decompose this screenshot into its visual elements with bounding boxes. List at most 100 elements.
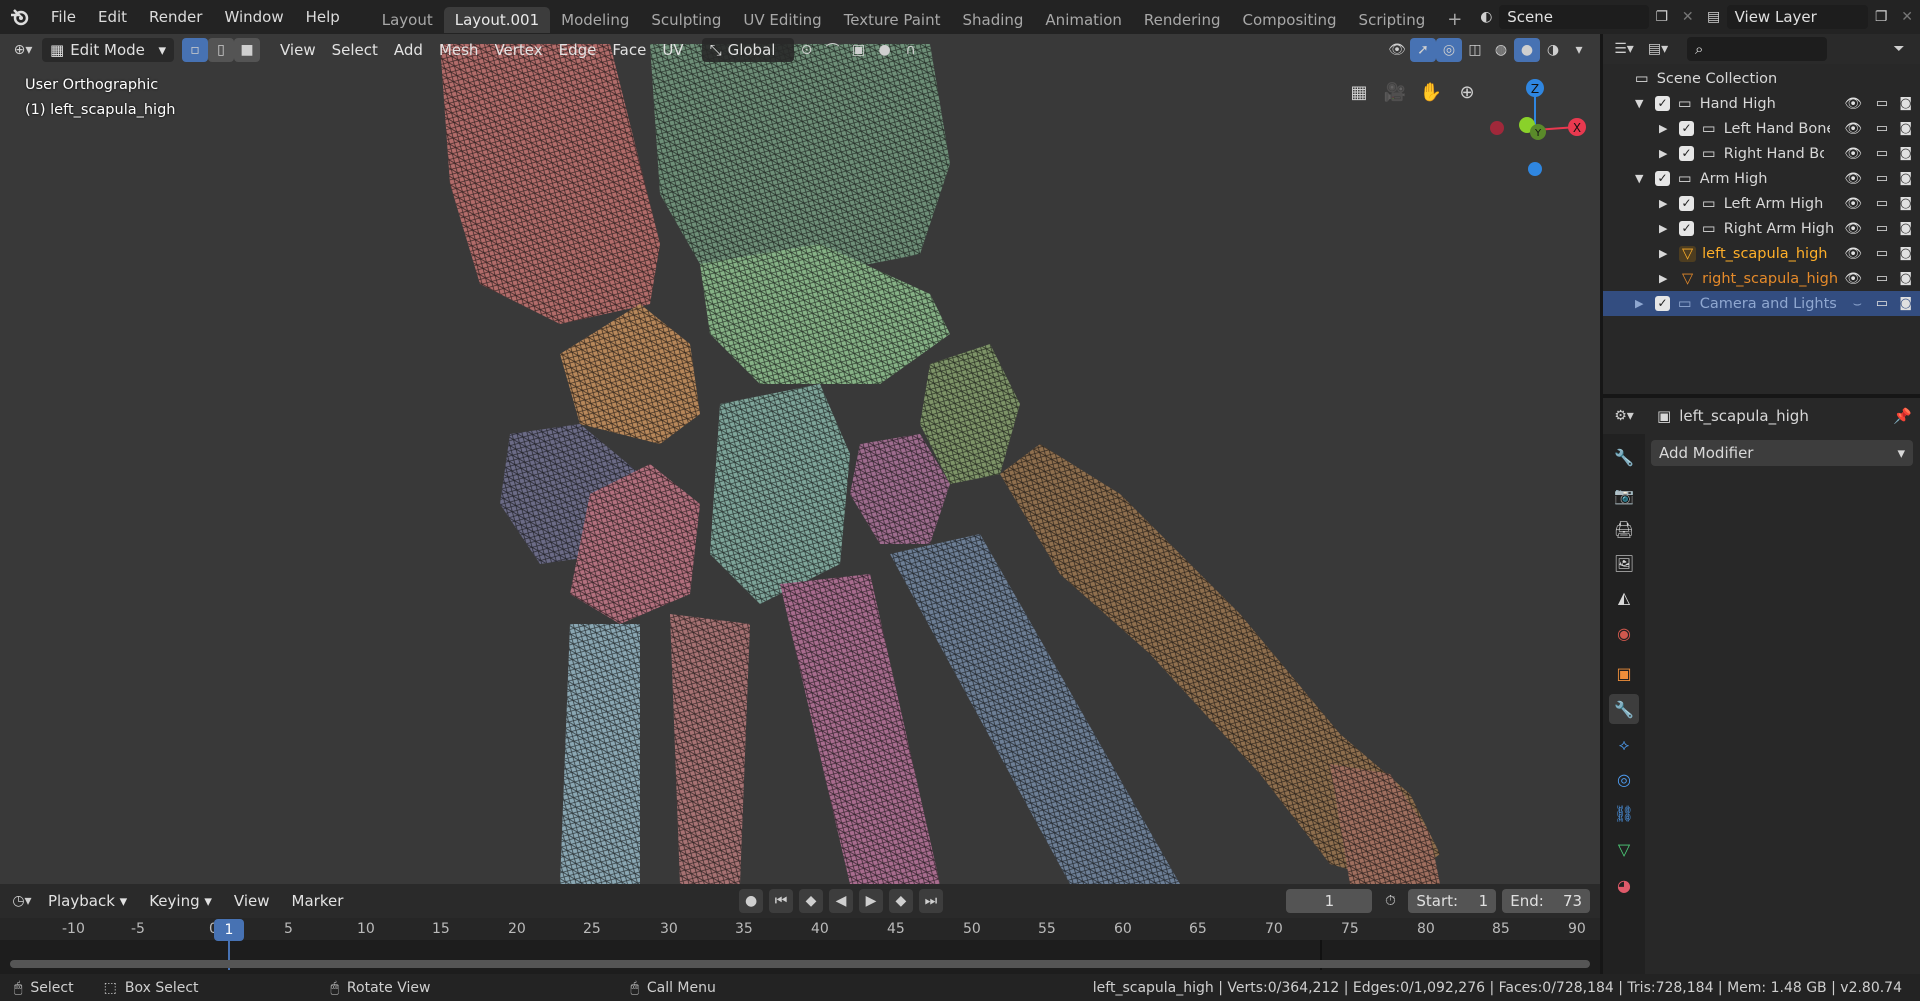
- menu-file[interactable]: File: [40, 0, 87, 34]
- scene-collection-row[interactable]: ▭ Scene Collection: [1603, 66, 1920, 91]
- delete-scene-icon[interactable]: ✕: [1675, 5, 1701, 29]
- render-camera-icon[interactable]: ◙: [1899, 296, 1912, 311]
- exclude-checkbox[interactable]: ✓: [1679, 196, 1694, 211]
- scene-tab-icon[interactable]: ◭: [1609, 582, 1639, 612]
- toggle-camera-ortho-icon[interactable]: ▦: [1346, 80, 1372, 104]
- tree-row-left-hand-bones[interactable]: ▶ ✓ ▭ Left Hand Bones 👁 ▭ ◙: [1603, 116, 1920, 141]
- face-select-icon[interactable]: ■: [234, 38, 260, 62]
- tree-row-hand-high[interactable]: ▼ ✓ ▭ Hand High 👁 ▭ ◙: [1603, 91, 1920, 116]
- expand-arrow-icon[interactable]: ▶: [1659, 272, 1679, 285]
- tab-animation[interactable]: Animation: [1034, 7, 1132, 33]
- menu-add[interactable]: Add: [386, 41, 431, 59]
- xray-toggle-icon[interactable]: ◫: [1462, 38, 1488, 62]
- end-frame-field[interactable]: End: 73: [1502, 889, 1591, 913]
- current-frame-marker[interactable]: 1: [214, 919, 244, 941]
- monitor-icon[interactable]: ▭: [1876, 196, 1888, 211]
- pan-view-icon[interactable]: ✋: [1418, 80, 1444, 104]
- particles-tab-icon[interactable]: ⟡: [1609, 730, 1639, 760]
- add-modifier-dropdown[interactable]: Add Modifier ▾: [1651, 440, 1913, 466]
- render-tab-icon[interactable]: 📷: [1609, 480, 1639, 510]
- view-layer-selector-icon[interactable]: ▤: [1701, 5, 1727, 29]
- tree-row-left-arm-high[interactable]: ▶ ✓ ▭ Left Arm High 👁 ▭ ◙: [1603, 191, 1920, 216]
- tree-row-camera-and-lights[interactable]: ▶ ✓ ▭ Camera and Lights ⌣ ▭ ◙: [1603, 291, 1920, 316]
- mode-selector[interactable]: ▦ Edit Mode ▾: [42, 38, 174, 62]
- gizmo-toggle-icon[interactable]: ➚: [1410, 38, 1436, 62]
- properties-editor-icon[interactable]: ⚙▾: [1611, 404, 1637, 428]
- render-camera-icon[interactable]: ◙: [1899, 121, 1912, 136]
- edge-select-icon[interactable]: ▯: [208, 38, 234, 62]
- tab-shading[interactable]: Shading: [951, 7, 1034, 33]
- menu-vertex[interactable]: Vertex: [486, 41, 550, 59]
- expand-arrow-icon[interactable]: ▶: [1659, 147, 1679, 160]
- render-camera-icon[interactable]: ◙: [1899, 271, 1912, 286]
- modifier-tab-icon[interactable]: 🔧: [1609, 694, 1639, 724]
- expand-arrow-icon[interactable]: ▶: [1659, 222, 1679, 235]
- render-camera-icon[interactable]: ◙: [1899, 246, 1912, 261]
- output-tab-icon[interactable]: 🖨: [1609, 514, 1639, 544]
- prev-keyframe-icon[interactable]: ◆: [799, 889, 824, 913]
- menu-view[interactable]: View: [272, 41, 324, 59]
- stopwatch-icon[interactable]: ⏱: [1378, 889, 1402, 913]
- eye-icon[interactable]: 👁: [1844, 121, 1862, 137]
- new-scene-icon[interactable]: ❐: [1649, 5, 1675, 29]
- eye-icon[interactable]: 👁: [1844, 271, 1862, 287]
- menu-keying[interactable]: Keying ▾: [141, 892, 220, 910]
- menu-help[interactable]: Help: [295, 0, 351, 34]
- tab-compositing[interactable]: Compositing: [1232, 7, 1348, 33]
- falloff-icon[interactable]: ∩: [898, 38, 924, 62]
- shading-options-icon[interactable]: ▾: [1566, 38, 1592, 62]
- delete-view-layer-icon[interactable]: ✕: [1894, 5, 1920, 29]
- expand-arrow-icon[interactable]: ▶: [1635, 297, 1655, 310]
- exclude-checkbox[interactable]: ✓: [1679, 221, 1694, 236]
- tab-layout-001[interactable]: Layout.001: [443, 6, 551, 33]
- render-camera-icon[interactable]: ◙: [1899, 221, 1912, 236]
- transform-orientation[interactable]: ⤡ Global: [701, 38, 794, 62]
- scene-selector-icon[interactable]: ◐: [1473, 5, 1499, 29]
- outliner-search-input[interactable]: ⌕: [1687, 37, 1827, 61]
- expand-arrow-icon[interactable]: ▶: [1659, 247, 1679, 260]
- view-layer-field[interactable]: View Layer: [1726, 5, 1869, 29]
- timeline-scrollbar[interactable]: [10, 960, 1590, 968]
- eye-icon[interactable]: 👁: [1844, 96, 1862, 112]
- blender-logo-icon[interactable]: [0, 8, 40, 26]
- navigation-gizmo[interactable]: Z X Y: [1480, 70, 1590, 180]
- render-camera-icon[interactable]: ◙: [1899, 146, 1912, 161]
- render-camera-icon[interactable]: ◙: [1899, 196, 1912, 211]
- view-layer-tab-icon[interactable]: 🖼: [1609, 548, 1639, 578]
- menu-render[interactable]: Render: [138, 0, 213, 34]
- tree-row-left-scapula-high[interactable]: ▶ ▽ left_scapula_high 👁 ▭ ◙: [1603, 241, 1920, 266]
- current-frame-field[interactable]: 1: [1286, 889, 1373, 913]
- pivot-point-icon[interactable]: ⊙: [794, 38, 820, 62]
- menu-timeline-view[interactable]: View: [226, 892, 278, 910]
- camera-view-icon[interactable]: 🎥: [1382, 80, 1408, 104]
- shading-solid-icon[interactable]: ●: [1514, 38, 1540, 62]
- expand-arrow-icon[interactable]: ▶: [1659, 197, 1679, 210]
- timeline-editor-icon[interactable]: ◷▾: [10, 889, 34, 913]
- menu-marker[interactable]: Marker: [284, 892, 352, 910]
- menu-edge[interactable]: Edge: [551, 41, 605, 59]
- monitor-icon[interactable]: ▭: [1876, 246, 1888, 261]
- eye-icon[interactable]: 👁: [1844, 196, 1862, 212]
- menu-edit[interactable]: Edit: [87, 0, 138, 34]
- eye-hidden-icon[interactable]: ⌣: [1853, 296, 1862, 312]
- mesh-data-tab-icon[interactable]: ▽: [1609, 834, 1639, 864]
- tree-row-right-arm-high[interactable]: ▶ ✓ ▭ Right Arm High 👁 ▭ ◙: [1603, 216, 1920, 241]
- menu-mesh[interactable]: Mesh: [431, 41, 487, 59]
- render-camera-icon[interactable]: ◙: [1899, 96, 1912, 111]
- tab-sculpting[interactable]: Sculpting: [640, 7, 732, 33]
- eye-icon[interactable]: 👁: [1844, 246, 1862, 262]
- object-tab-icon[interactable]: ▣: [1609, 658, 1639, 688]
- display-mode-icon[interactable]: ▤▾: [1645, 37, 1671, 61]
- next-keyframe-icon[interactable]: ◆: [888, 889, 913, 913]
- eye-icon[interactable]: 👁: [1844, 171, 1862, 187]
- snap-target-icon[interactable]: ▣: [846, 38, 872, 62]
- editor-type-icon[interactable]: ⊕▾: [10, 38, 36, 62]
- exclude-checkbox[interactable]: ✓: [1679, 121, 1694, 136]
- play-reverse-icon[interactable]: ◀: [829, 889, 853, 913]
- menu-window[interactable]: Window: [213, 0, 294, 34]
- menu-select[interactable]: Select: [324, 41, 386, 59]
- record-icon[interactable]: ●: [739, 889, 764, 913]
- eye-icon[interactable]: 👁: [1844, 221, 1862, 237]
- overlay-toggle-icon[interactable]: ◎: [1436, 38, 1462, 62]
- render-camera-icon[interactable]: ◙: [1899, 171, 1912, 186]
